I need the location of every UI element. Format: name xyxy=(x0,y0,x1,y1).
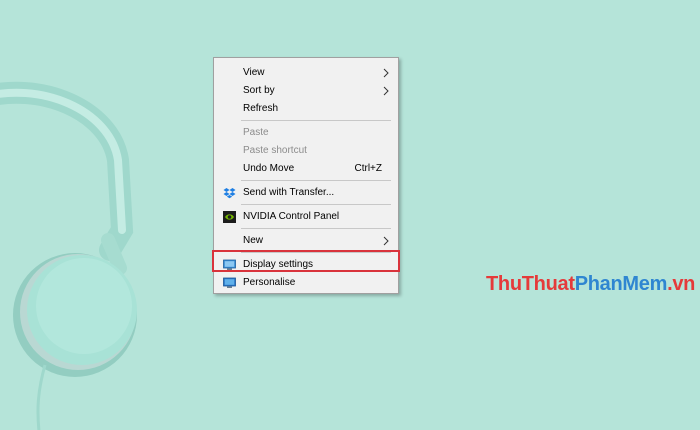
menu-item-paste: Paste xyxy=(216,124,396,142)
menu-separator xyxy=(241,228,391,229)
menu-item-paste-shortcut: Paste shortcut xyxy=(216,142,396,160)
watermark-part-1: ThuThuat xyxy=(486,273,575,295)
watermark-part-3: .vn xyxy=(667,273,696,295)
menu-item-personalise[interactable]: Personalise xyxy=(216,274,396,292)
watermark-part-2: PhanMem xyxy=(574,273,668,295)
menu-item-view-label: View xyxy=(243,67,265,78)
chevron-right-icon xyxy=(383,68,389,78)
menu-item-paste-shortcut-label: Paste shortcut xyxy=(243,145,307,156)
menu-item-view[interactable]: View xyxy=(216,64,396,82)
chevron-right-icon xyxy=(383,236,389,246)
menu-item-undo-move[interactable]: Undo Move Ctrl+Z xyxy=(216,160,396,178)
menu-item-sort-by-label: Sort by xyxy=(243,85,275,96)
nvidia-icon xyxy=(223,211,236,223)
menu-item-undo-move-label: Undo Move xyxy=(243,163,295,174)
menu-item-refresh[interactable]: Refresh xyxy=(216,100,396,118)
menu-separator xyxy=(241,204,391,205)
menu-item-sort-by[interactable]: Sort by xyxy=(216,82,396,100)
dropbox-transfer-icon xyxy=(223,188,236,199)
menu-item-send-with-transfer[interactable]: Send with Transfer... xyxy=(216,184,396,202)
menu-item-nvidia-control-panel[interactable]: NVIDIA Control Panel xyxy=(216,208,396,226)
menu-separator xyxy=(241,120,391,121)
menu-item-nvidia-control-panel-label: NVIDIA Control Panel xyxy=(243,211,340,222)
menu-item-send-with-transfer-label: Send with Transfer... xyxy=(243,187,335,198)
menu-separator xyxy=(241,180,391,181)
chevron-right-icon xyxy=(383,86,389,96)
shortcut-hint: Ctrl+Z xyxy=(354,163,383,174)
menu-item-personalise-label: Personalise xyxy=(243,277,296,288)
personalise-icon xyxy=(223,277,236,288)
menu-item-new-label: New xyxy=(243,235,264,246)
desktop[interactable]: View Sort by Refresh Paste Paste shortcu… xyxy=(0,0,700,430)
menu-item-refresh-label: Refresh xyxy=(243,103,279,114)
highlight-box xyxy=(212,250,400,272)
menu-item-paste-label: Paste xyxy=(243,127,269,138)
watermark-logo: ThuThuatPhanMem.vn xyxy=(486,273,695,296)
menu-item-new[interactable]: New xyxy=(216,232,396,250)
